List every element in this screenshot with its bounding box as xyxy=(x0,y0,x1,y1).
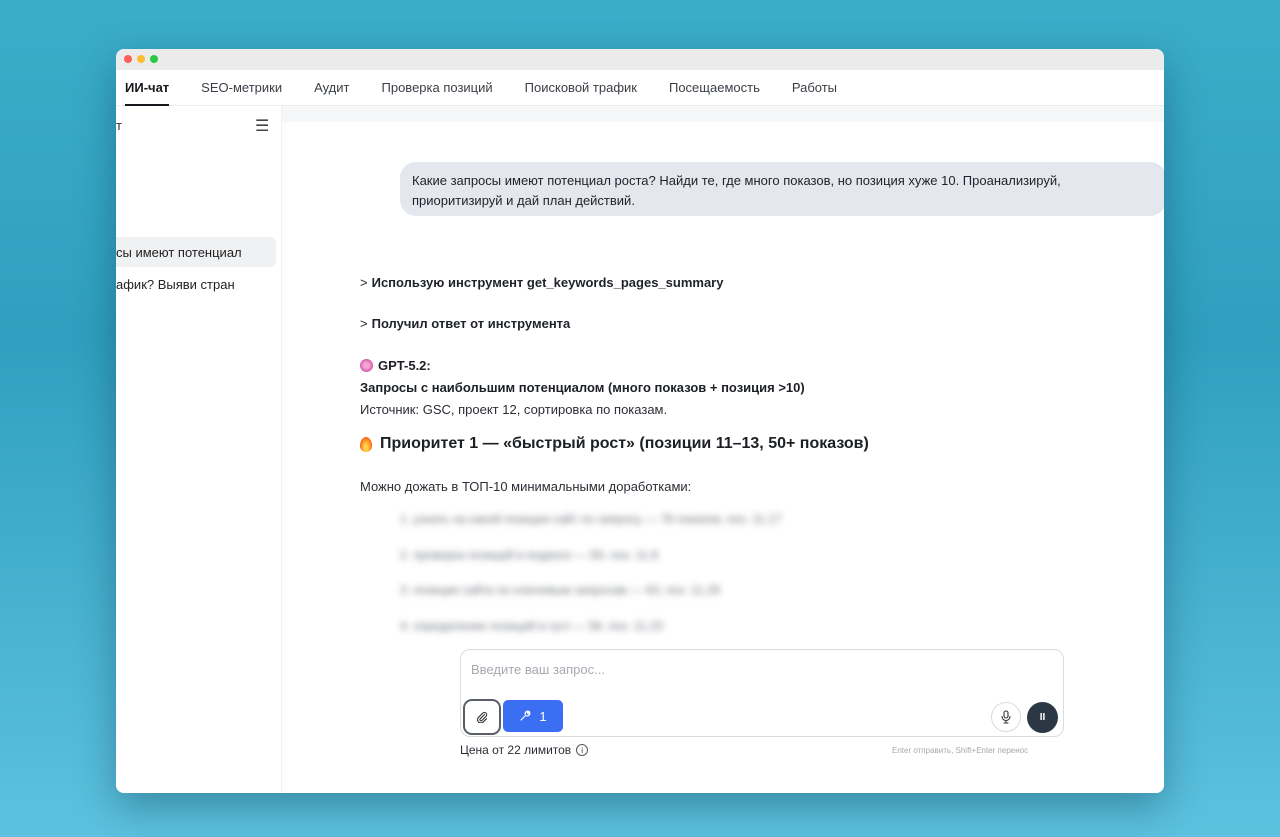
price-text: Цена от 22 лимитов xyxy=(460,743,572,757)
chat-main: Какие запросы имеют потенциал роста? Най… xyxy=(282,106,1164,793)
wrench-icon xyxy=(520,710,531,721)
chat-history-sidebar: т ☰ сы имеют потенциал афик? Выяви стран xyxy=(116,106,282,793)
response-heading: Запросы с наибольшим потенциалом (много … xyxy=(360,380,805,395)
sidebar-title: т xyxy=(116,118,122,133)
maximize-window-button[interactable] xyxy=(150,55,158,63)
tools-button[interactable]: 1 xyxy=(503,700,563,732)
menu-icon[interactable]: ☰ xyxy=(255,116,269,136)
microphone-icon xyxy=(1001,710,1011,724)
top-nav-tabs: ИИ-чат SEO-метрики Аудит Проверка позици… xyxy=(116,70,1164,106)
sidebar-item-chat-1[interactable]: сы имеют потенциал xyxy=(116,237,276,267)
list-item: 3. позиции сайта по ключевым запросам — … xyxy=(400,583,721,597)
model-label: GPT-5.2: xyxy=(360,358,431,373)
prompt-input[interactable] xyxy=(471,658,1031,680)
tool-result-line[interactable]: > Получил ответ от инструмента xyxy=(360,316,570,331)
response-source: Источник: GSC, проект 12, сортировка по … xyxy=(360,402,668,417)
chat-content: Какие запросы имеют потенциал роста? Най… xyxy=(282,122,1164,793)
list-item: 2. проверка позиций в яндексе — 60, поз.… xyxy=(400,548,659,562)
model-avatar-icon xyxy=(360,359,373,372)
window-titlebar xyxy=(116,49,1164,70)
list-item: 4. определение позиций в гугл — 56, поз.… xyxy=(400,619,663,633)
tool-call-text: Использую инструмент get_keywords_pages_… xyxy=(371,275,724,290)
price-label: Цена от 22 лимитов i xyxy=(460,743,589,757)
tool-call-line[interactable]: > Использую инструмент get_keywords_pages… xyxy=(360,275,723,290)
list-item: 1. узнать на какой позиции сайт по запро… xyxy=(400,512,782,526)
attach-button[interactable] xyxy=(463,699,501,735)
tools-count: 1 xyxy=(539,708,547,724)
paperclip-icon xyxy=(477,711,488,723)
info-icon[interactable]: i xyxy=(576,744,589,756)
chevron-right-icon: > xyxy=(360,316,368,331)
tab-works[interactable]: Работы xyxy=(792,70,837,106)
tab-seo-metrics[interactable]: SEO-метрики xyxy=(201,70,282,106)
minimize-window-button[interactable] xyxy=(137,55,145,63)
app-window: ИИ-чат SEO-метрики Аудит Проверка позици… xyxy=(116,49,1164,793)
stop-button[interactable]: II xyxy=(1027,702,1058,733)
tool-result-text: Получил ответ от инструмента xyxy=(371,316,571,331)
tab-ai-chat[interactable]: ИИ-чат xyxy=(125,70,170,106)
sidebar-item-chat-2[interactable]: афик? Выяви стран xyxy=(116,269,276,299)
tab-audit[interactable]: Аудит xyxy=(314,70,349,106)
microphone-button[interactable] xyxy=(991,702,1021,732)
close-window-button[interactable] xyxy=(124,55,132,63)
chevron-right-icon: > xyxy=(360,275,368,290)
priority-intro: Можно дожать в ТОП-10 минимальными дораб… xyxy=(360,479,692,494)
tab-attendance[interactable]: Посещаемость xyxy=(669,70,760,106)
tab-position-check[interactable]: Проверка позиций xyxy=(382,70,493,106)
priority-heading: Приоритет 1 — «быстрый рост» (позиции 11… xyxy=(360,435,869,453)
user-message-bubble: Какие запросы имеют потенциал роста? Най… xyxy=(400,162,1164,216)
fire-icon xyxy=(360,436,372,452)
model-name: GPT-5.2: xyxy=(378,358,431,373)
keyboard-hint: Enter отправить, Shift+Enter перенос xyxy=(892,746,1029,755)
priority-title: Приоритет 1 — «быстрый рост» (позиции 11… xyxy=(380,435,869,452)
tab-search-traffic[interactable]: Поисковой трафик xyxy=(525,70,637,106)
message-composer: 1 II xyxy=(460,649,1064,737)
